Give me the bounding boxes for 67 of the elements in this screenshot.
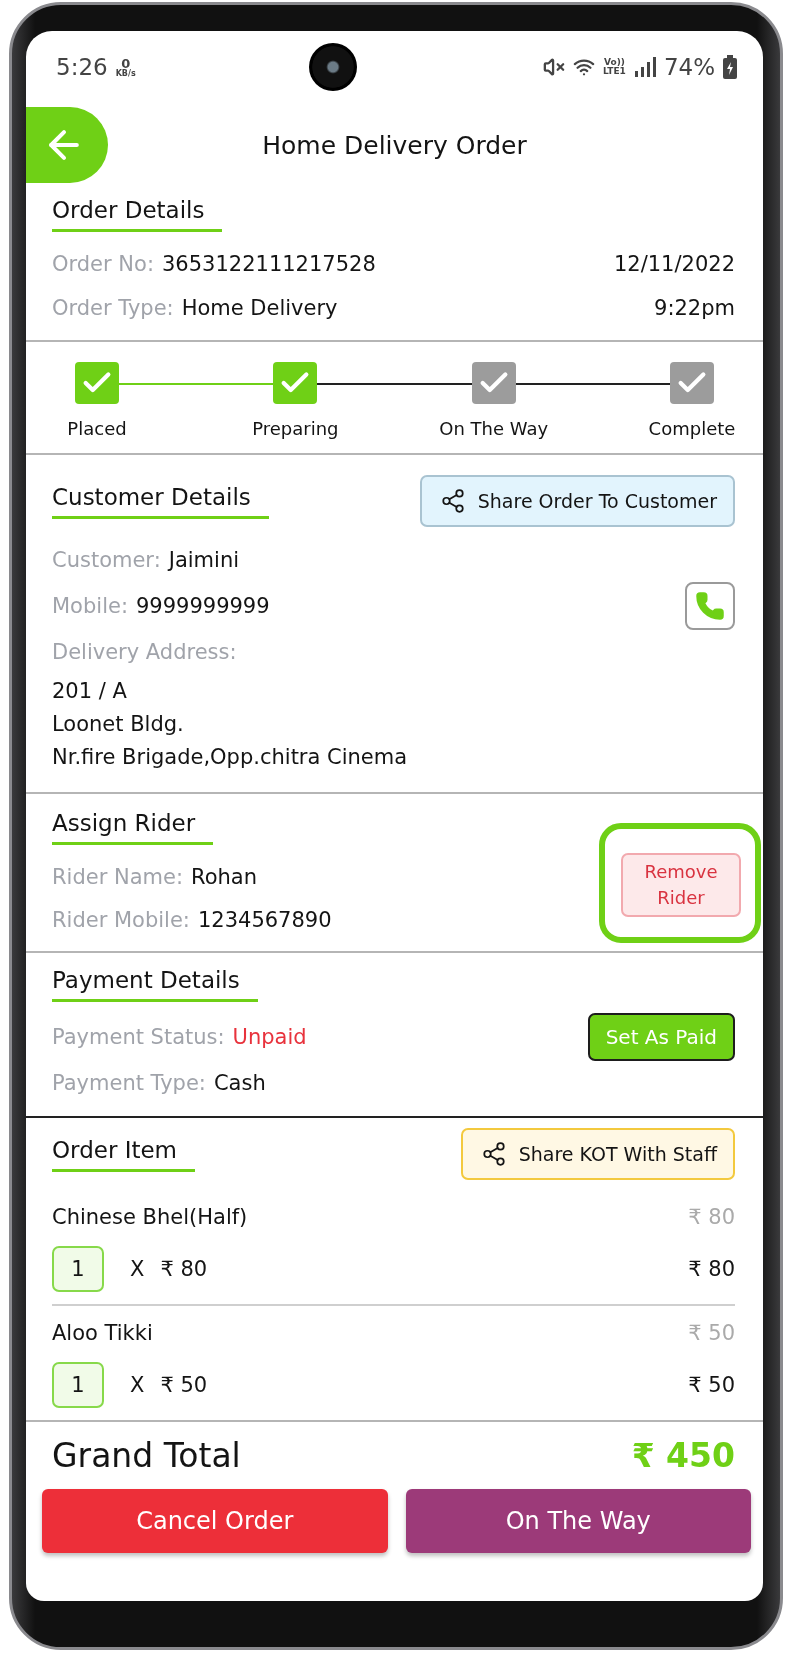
payment-status: Unpaid xyxy=(232,1025,307,1049)
field-value: Jaimini xyxy=(168,548,240,572)
quantity: 1 xyxy=(71,1373,85,1397)
call-button[interactable] xyxy=(685,582,735,630)
step-label: Placed xyxy=(67,418,127,439)
order-date: 12/11/2022 xyxy=(613,252,735,276)
cancel-order-button[interactable]: Cancel Order xyxy=(42,1489,388,1553)
item-name: Aloo Tikki xyxy=(52,1321,153,1345)
field-label: Rider Name: xyxy=(52,864,183,889)
line-total: ₹ 80 xyxy=(688,1257,735,1281)
grand-total-label: Grand Total xyxy=(52,1436,241,1475)
field-label: Rider Mobile: xyxy=(52,907,190,932)
section-heading: Payment Details xyxy=(52,967,258,1002)
step-label: Complete xyxy=(648,418,736,439)
status-time: 5:26 xyxy=(56,54,108,80)
page-title: Home Delivery Order xyxy=(261,130,528,160)
field-label: Order No: xyxy=(52,252,154,276)
address-line: Loonet Bldg. xyxy=(52,711,185,738)
section-heading: Order Item xyxy=(52,1136,196,1172)
step-label: On The Way xyxy=(439,418,549,439)
address-line: 201 / A xyxy=(52,678,128,705)
field-value: 1234567890 xyxy=(197,907,332,932)
field-label: Payment Status: xyxy=(52,1025,225,1049)
share-icon xyxy=(480,1141,507,1167)
line-total: ₹ 50 xyxy=(688,1373,735,1397)
share-icon xyxy=(439,488,466,514)
phone-icon xyxy=(695,591,725,621)
multiply-sign: X xyxy=(130,1373,145,1397)
network-label: Vo)) xyxy=(604,58,625,67)
net-speed-unit: KB/s xyxy=(115,69,136,78)
field-value: 3653122111217528 xyxy=(162,252,376,276)
share-order-button[interactable]: Share Order To Customer xyxy=(419,475,735,527)
order-date: 9:22pm xyxy=(654,296,735,320)
field-label: Mobile: xyxy=(52,594,128,618)
item-price: ₹ 50 xyxy=(688,1321,735,1345)
item-name: Chinese Bhel(Half) xyxy=(52,1205,248,1229)
field-value: Rohan xyxy=(191,864,257,889)
field-value: 9999999999 xyxy=(135,594,270,618)
network-type: LTE1 xyxy=(603,67,626,76)
address-line: Nr.fire Brigade,Opp.chitra Cinema xyxy=(52,744,409,771)
unit-price: ₹ 80 xyxy=(160,1257,208,1281)
quantity: 1 xyxy=(71,1257,85,1281)
signal-icon xyxy=(633,56,656,78)
section-heading: Order Details xyxy=(52,197,223,232)
section-heading: Assign Rider xyxy=(52,810,214,845)
share-kot-button[interactable]: Share KOT With Staff xyxy=(460,1128,735,1180)
camera-icon xyxy=(309,43,358,91)
field-value: Cash xyxy=(213,1071,266,1095)
mute-icon xyxy=(543,56,566,78)
wifi-icon xyxy=(573,56,596,78)
item-price: ₹ 80 xyxy=(688,1205,735,1229)
field-value: Home Delivery xyxy=(181,296,338,320)
step-label: Preparing xyxy=(252,418,339,439)
grand-total-amount: ₹ 450 xyxy=(631,1436,735,1475)
field-label: Payment Type: xyxy=(52,1071,206,1095)
field-label: Order Type: xyxy=(52,296,174,320)
remove-rider-button[interactable]: Remove Rider xyxy=(621,853,741,917)
multiply-sign: X xyxy=(130,1257,145,1281)
status-button[interactable]: On The Way xyxy=(405,1489,751,1553)
back-button[interactable] xyxy=(26,107,108,183)
section-heading: Customer Details xyxy=(52,483,269,519)
field-label: Delivery Address: xyxy=(52,640,237,664)
net-speed: 0 xyxy=(121,56,131,70)
unit-price: ₹ 50 xyxy=(160,1373,208,1397)
battery-level: 74% xyxy=(663,54,715,80)
battery-icon xyxy=(723,55,737,79)
field-label: Customer: xyxy=(52,548,161,572)
